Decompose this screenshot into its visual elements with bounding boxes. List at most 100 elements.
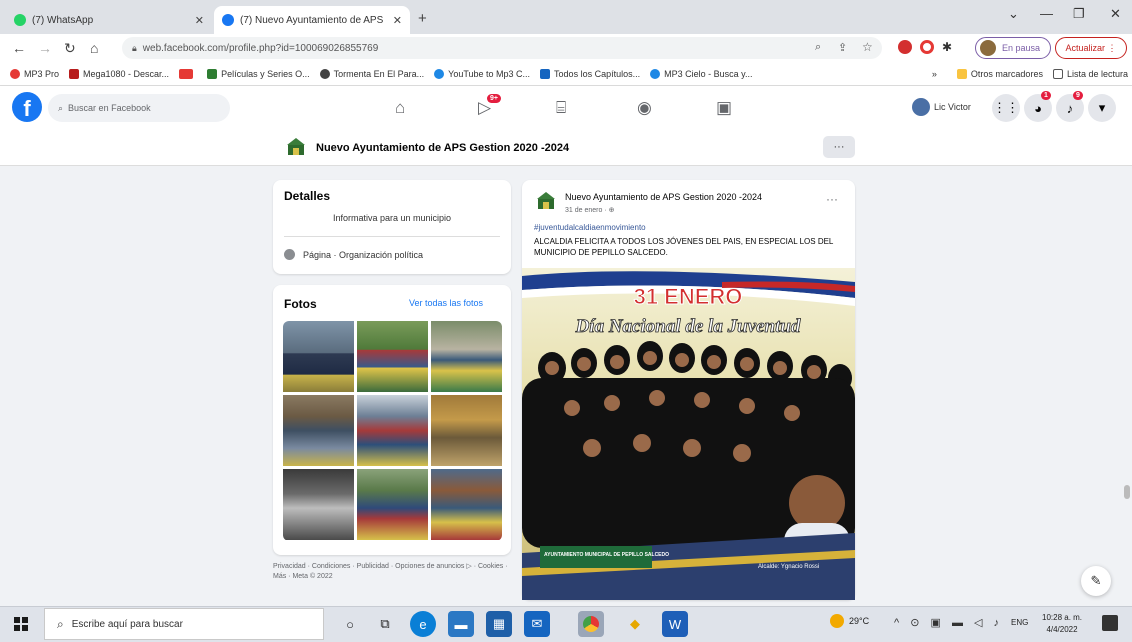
- chrome-icon[interactable]: [578, 611, 604, 637]
- edge-icon[interactable]: e: [410, 611, 436, 637]
- photo-thumbnail[interactable]: [283, 321, 354, 392]
- notifications-badge: 9: [1073, 91, 1083, 100]
- post-timestamp[interactable]: 31 de enero · ⊕: [565, 206, 614, 214]
- watch-icon[interactable]: ▷ 9+: [478, 94, 501, 118]
- winrar-icon[interactable]: ◆: [622, 611, 648, 637]
- extensions-puzzle-icon[interactable]: ✱: [942, 40, 952, 54]
- action-center-icon[interactable]: [1102, 615, 1118, 631]
- window-close-button[interactable]: ✕: [1110, 6, 1121, 22]
- bookmark-favicon-icon: [207, 68, 218, 79]
- profile-link[interactable]: Lic Victor: [912, 98, 971, 116]
- extension-adblock-icon[interactable]: [898, 40, 912, 54]
- weather-widget[interactable]: 29°C: [830, 614, 869, 628]
- bookmark-item[interactable]: Películas y Series O...: [207, 68, 310, 79]
- page-more-button[interactable]: ···: [823, 136, 855, 158]
- photo-thumbnail[interactable]: [357, 321, 428, 392]
- language-indicator[interactable]: ENG: [1011, 618, 1028, 627]
- photo-thumbnail[interactable]: [431, 395, 502, 466]
- category-text: Página · Organización política: [303, 249, 424, 260]
- bookmark-star-icon[interactable]: ☆: [862, 40, 873, 54]
- photo-thumbnail[interactable]: [357, 469, 428, 540]
- update-button[interactable]: Actualizar ⋮: [1055, 37, 1127, 59]
- bookmark-item[interactable]: MP3 Cielo - Busca y...: [650, 68, 752, 79]
- facebook-search-input[interactable]: ⌕ Buscar en Facebook: [48, 94, 230, 122]
- bookmark-item[interactable]: Tormenta En El Para...: [319, 68, 424, 79]
- bookmark-item[interactable]: Todos los Capítulos...: [540, 68, 641, 79]
- tab-title: (7) Nuevo Ayuntamiento de APS: [240, 14, 384, 26]
- taskbar-search-input[interactable]: ⌕ Escribe aquí para buscar: [44, 608, 324, 640]
- tab-facebook[interactable]: (7) Nuevo Ayuntamiento de APS ✕: [214, 6, 410, 34]
- word-icon[interactable]: W: [662, 611, 688, 637]
- reading-list[interactable]: Lista de lectura: [1052, 69, 1128, 79]
- bookmark-label: MP3 Pro: [24, 68, 60, 79]
- extension-opera-icon[interactable]: [920, 40, 934, 54]
- marketplace-icon[interactable]: ⌸: [556, 98, 566, 118]
- user-name: Lic Victor: [934, 102, 971, 112]
- bookmark-item[interactable]: MP3 Pro: [10, 68, 60, 79]
- post-image[interactable]: 31 ENERO Día Nacional de la Juventud AYU…: [522, 268, 855, 600]
- tab-search-icon[interactable]: ⌄: [1008, 6, 1019, 22]
- share-icon[interactable]: ⇪: [838, 41, 847, 54]
- menu-grid-icon[interactable]: ⋮⋮: [992, 94, 1020, 122]
- restore-button[interactable]: ❐: [1073, 6, 1085, 22]
- details-category: Página · Organización política: [284, 249, 423, 260]
- bookmark-item[interactable]: YouTube to Mp3 C...: [434, 68, 530, 79]
- post-options-button[interactable]: ···: [826, 192, 838, 206]
- more-bookmarks-icon[interactable]: »: [932, 69, 937, 79]
- bookmark-favicon-icon: [650, 68, 661, 79]
- groups-icon[interactable]: ◉: [637, 98, 652, 118]
- address-bar[interactable]: 🔒︎ web.facebook.com/profile.php?id=10006…: [122, 37, 882, 59]
- post-author[interactable]: Nuevo Ayuntamiento de APS Gestion 2020 -…: [565, 192, 762, 202]
- scrollbar-thumb[interactable]: [1124, 485, 1130, 499]
- minimize-button[interactable]: —: [1040, 6, 1053, 21]
- facebook-icon: [222, 14, 234, 26]
- other-bookmarks[interactable]: Otros marcadores: [956, 69, 1043, 79]
- bookmark-item[interactable]: Mega1080 - Descar...: [69, 68, 169, 79]
- tab-whatsapp[interactable]: (7) WhatsApp ✕: [6, 6, 212, 34]
- photo-thumbnail[interactable]: [431, 469, 502, 540]
- photo-thumbnail[interactable]: [357, 395, 428, 466]
- page-logo-icon[interactable]: [285, 136, 307, 158]
- task-view-icon[interactable]: ⧉: [372, 611, 398, 637]
- gaming-icon[interactable]: ▣: [716, 98, 732, 118]
- messenger-icon[interactable]: ◕ 1: [1024, 91, 1052, 122]
- new-message-button[interactable]: ✎: [1081, 566, 1111, 596]
- home-icon[interactable]: ⌂: [90, 40, 98, 56]
- profile-label: En pausa: [1002, 43, 1041, 53]
- post-author-avatar[interactable]: [535, 190, 557, 212]
- forward-icon[interactable]: →: [38, 40, 52, 56]
- store-icon[interactable]: ▦: [486, 611, 512, 637]
- system-tray-icons[interactable]: ^ ⊙ ▣ ▬ ◁ ♪: [894, 616, 1003, 629]
- account-dropdown-icon[interactable]: ▾: [1088, 94, 1116, 122]
- bookmark-label: Todos los Capítulos...: [554, 68, 641, 79]
- home-icon[interactable]: ⌂: [395, 98, 405, 118]
- zoom-icon[interactable]: ⌕: [815, 41, 821, 54]
- notifications-bell-icon[interactable]: ♪ 9: [1056, 91, 1084, 122]
- watch-badge: 9+: [487, 94, 501, 103]
- page-title[interactable]: Nuevo Ayuntamiento de APS Gestion 2020 -…: [316, 142, 569, 154]
- clock-date: 4/4/2022: [1046, 625, 1078, 634]
- reload-icon[interactable]: ↻: [64, 40, 76, 57]
- see-all-photos-link[interactable]: Ver todas las fotos: [409, 298, 483, 308]
- legal-footer[interactable]: Privacidad · Condiciones · Publicidad · …: [273, 562, 511, 582]
- photo-thumbnail[interactable]: [283, 469, 354, 540]
- facebook-logo-icon[interactable]: f: [12, 92, 42, 122]
- file-explorer-icon[interactable]: ▬: [448, 611, 474, 637]
- photo-thumbnail[interactable]: [283, 395, 354, 466]
- windows-start-icon[interactable]: [14, 617, 28, 631]
- mail-icon[interactable]: ✉: [524, 611, 550, 637]
- reading-list-icon: [1052, 69, 1063, 79]
- profile-button[interactable]: En pausa: [975, 37, 1051, 59]
- divider: [284, 236, 500, 237]
- close-icon[interactable]: ✕: [393, 14, 402, 27]
- new-tab-button[interactable]: +: [418, 10, 427, 27]
- bookmark-item[interactable]: [179, 68, 197, 79]
- back-icon[interactable]: ←: [12, 40, 26, 56]
- clock[interactable]: 10:28 a. m. 4/4/2022: [1042, 612, 1082, 636]
- url-text: web.facebook.com/profile.php?id=10006902…: [142, 42, 379, 54]
- post-hashtag[interactable]: #juventudalcaldiaenmovimiento: [534, 223, 646, 232]
- close-icon[interactable]: ✕: [195, 14, 204, 27]
- whatsapp-icon: [14, 14, 26, 26]
- cortana-icon[interactable]: ○: [337, 611, 363, 637]
- photo-thumbnail[interactable]: [431, 321, 502, 392]
